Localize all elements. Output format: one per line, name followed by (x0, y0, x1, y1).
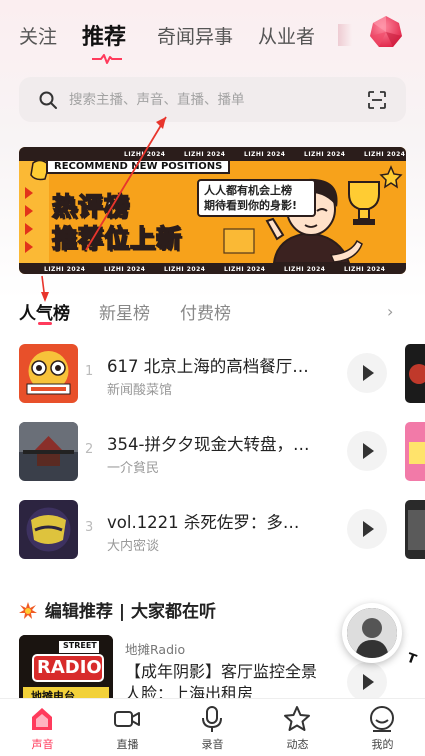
item-title[interactable]: 354-拼夕夕现金大转盘，… (107, 431, 342, 455)
bubble-line-1: 人人都有机会上榜 (204, 184, 292, 197)
search-icon (39, 91, 57, 109)
item-author[interactable]: 大内密谈 (107, 535, 159, 554)
video-camera-icon (114, 711, 140, 727)
chevron-right-icon[interactable]: › (387, 302, 393, 321)
user-avatar[interactable] (369, 15, 403, 49)
banner-watermark: LIZHI 2024 (344, 266, 386, 273)
nav-feed[interactable]: 动态 (255, 699, 340, 756)
nav-label: 动态 (286, 738, 309, 751)
list-item[interactable]: 3 vol.1221 杀死佐罗：多… 大内密谈 (19, 500, 425, 560)
promo-banner[interactable]: LIZHI 2024 LIZHI 2024 LIZHI 2024 LIZHI 2… (19, 147, 406, 274)
rank-tab-indicator (38, 322, 52, 325)
banner-watermark: LIZHI 2024 (244, 151, 286, 158)
nav-live[interactable]: 直播 (85, 699, 170, 756)
nav-label: 声音 (31, 738, 54, 751)
item-author[interactable]: 一介貧民 (107, 457, 159, 476)
next-column-cover[interactable] (405, 422, 425, 481)
list-item[interactable]: 1 617 北京上海的高档餐厅… 新闻酸菜馆 (19, 344, 425, 404)
rank-tab-new-stars[interactable]: 新星榜 (99, 299, 150, 324)
svg-text:T: T (405, 651, 418, 668)
bubble-line-2: 期待看到你的身影! (204, 199, 298, 212)
next-column-cover[interactable] (405, 500, 425, 559)
next-column-cover[interactable] (405, 344, 425, 403)
nav-me[interactable]: 我的 (340, 699, 425, 756)
editor-item-cover[interactable]: STREET RADIO 地摊电台 (19, 635, 113, 705)
microphone-icon (202, 706, 222, 732)
tab-fade-edge (338, 24, 352, 46)
section-title-text: 编辑推荐 | 大家都在听 (44, 602, 216, 622)
editor-item-source[interactable]: 地摊Radio (125, 639, 185, 658)
podcast-cover (19, 344, 78, 403)
next-editor-cover[interactable]: T (405, 640, 425, 695)
item-title[interactable]: 617 北京上海的高档餐厅… (107, 353, 342, 377)
cover-text-big: RADIO (37, 657, 102, 678)
tab-practitioners[interactable]: 从业者 (258, 22, 315, 49)
profile-icon (370, 706, 394, 732)
banner-watermark: LIZHI 2024 (184, 151, 226, 158)
banner-headline-2: 推荐位上新 (51, 223, 183, 254)
banner-tag: RECOMMEND NEW POSITIONS (46, 159, 231, 174)
nav-record[interactable]: 录音 (170, 699, 255, 756)
rank-number: 2 (85, 442, 94, 457)
banner-watermark: LIZHI 2024 (284, 266, 326, 273)
cover-text-top: STREET (63, 641, 97, 650)
banner-watermark: LIZHI 2024 (104, 266, 146, 273)
podcast-cover (19, 422, 78, 481)
floating-player[interactable] (342, 603, 402, 663)
rank-number: 3 (85, 520, 94, 535)
item-title[interactable]: vol.1221 杀死佐罗：多… (107, 509, 342, 533)
banner-speech-bubble: 人人都有机会上榜 期待看到你的身影! (197, 179, 316, 217)
search-bar[interactable] (19, 77, 406, 122)
banner-watermark: LIZHI 2024 (224, 266, 266, 273)
now-playing-disc (347, 608, 397, 658)
burst-icon (19, 602, 37, 619)
banner-watermark: LIZHI 2024 (124, 151, 166, 158)
star-icon (284, 706, 310, 731)
banner-headline-1: 热评榜 (51, 191, 131, 222)
tab-recommend[interactable]: 推荐 (82, 19, 126, 51)
nav-label: 直播 (116, 738, 139, 751)
item-author[interactable]: 新闻酸菜馆 (107, 379, 172, 398)
play-button[interactable] (347, 662, 387, 702)
play-button[interactable] (347, 431, 387, 471)
play-button[interactable] (347, 353, 387, 393)
play-button[interactable] (347, 509, 387, 549)
rank-tab-paid[interactable]: 付费榜 (180, 299, 231, 324)
banner-watermark: LIZHI 2024 (44, 266, 86, 273)
top-tab-bar: 关注 推荐 奇闻异事 从业者 (0, 0, 425, 70)
tab-strange-stories[interactable]: 奇闻异事 (157, 22, 233, 49)
bottom-navigation: 声音 直播 录音 动态 我的 (0, 698, 425, 756)
nav-sound[interactable]: 声音 (0, 699, 85, 756)
podcast-cover (19, 500, 78, 559)
active-tab-wave-indicator (92, 54, 122, 64)
nav-label: 录音 (201, 738, 224, 751)
list-item[interactable]: 2 354-拼夕夕现金大转盘，… 一介貧民 (19, 422, 425, 482)
rank-number: 1 (85, 364, 94, 379)
banner-watermark: LIZHI 2024 (304, 151, 346, 158)
section-title: 编辑推荐 | 大家都在听 (19, 597, 216, 622)
banner-watermark: LIZHI 2024 (164, 266, 206, 273)
rank-tab-popular[interactable]: 人气榜 (19, 299, 70, 324)
scan-icon[interactable] (367, 90, 387, 110)
search-input[interactable] (69, 89, 349, 111)
tab-follow[interactable]: 关注 (19, 22, 57, 49)
editor-item-title[interactable]: 【成年阴影】客厅监控全景人脸：上海出租房 (125, 661, 330, 701)
banner-watermark: LIZHI 2024 (364, 151, 406, 158)
nav-label: 我的 (371, 738, 394, 751)
home-icon (32, 708, 52, 730)
